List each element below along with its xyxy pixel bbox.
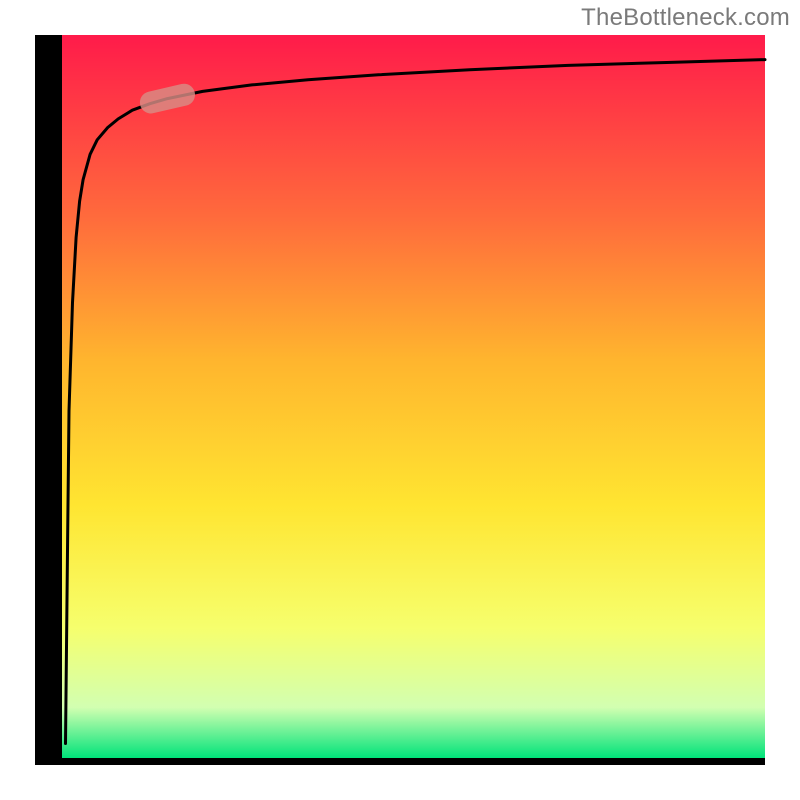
bottleneck-chart: TheBottleneck.com — [0, 0, 800, 800]
chart-svg — [0, 0, 800, 800]
plot-gradient-background — [62, 35, 765, 758]
axis-left — [35, 35, 62, 765]
axis-bottom — [35, 758, 765, 765]
watermark-label: TheBottleneck.com — [581, 4, 790, 32]
